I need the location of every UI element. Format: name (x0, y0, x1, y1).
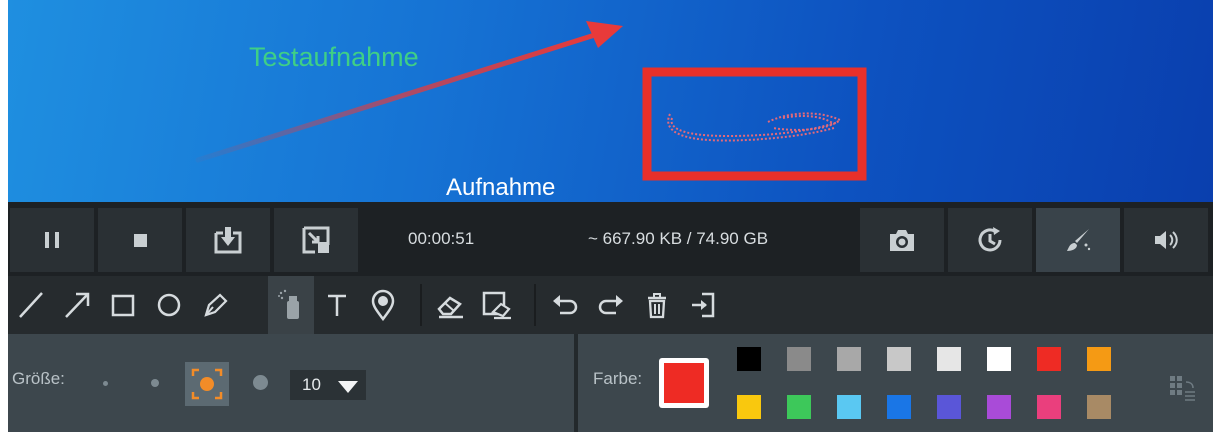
eraser-icon (437, 296, 463, 319)
color-label: Farbe: (593, 369, 643, 388)
text-tool[interactable] (314, 276, 360, 334)
pause-icon (45, 232, 59, 248)
tool-options-panel: Größe: 10 Farbe: (8, 334, 1213, 432)
numbered-marker-tool[interactable] (360, 276, 406, 334)
audio-button[interactable] (1124, 208, 1208, 272)
stop-icon (134, 234, 147, 247)
ellipse-icon (157, 293, 181, 317)
download-icon (214, 227, 242, 254)
spray-icon (278, 289, 299, 319)
toolbar-separator (420, 284, 422, 326)
area-eraser-icon (482, 291, 511, 320)
minimize-icon (302, 226, 330, 254)
text-icon (328, 294, 346, 316)
rectangle-icon (111, 294, 135, 317)
pause-button[interactable] (10, 208, 94, 272)
undo-icon (553, 295, 578, 315)
exit-icon (692, 292, 715, 318)
numbered-marker-icon (371, 289, 395, 321)
annotate-brush-button[interactable] (1036, 208, 1120, 272)
grid-list-icon (1170, 376, 1195, 401)
color-swatch[interactable] (987, 395, 1011, 419)
stop-button[interactable] (98, 208, 182, 272)
arrow-tool[interactable] (54, 276, 100, 334)
ellipse-tool[interactable] (146, 276, 192, 334)
line-tool[interactable] (8, 276, 54, 334)
size-option-selected[interactable] (185, 362, 229, 406)
current-color-fill (664, 363, 704, 403)
drawing-toolbar (8, 276, 1213, 334)
size-option-xs[interactable] (103, 381, 108, 386)
exit-annotation-button[interactable] (680, 276, 726, 334)
toolbar-separator (534, 284, 536, 326)
color-swatch[interactable] (1037, 347, 1061, 371)
spray-scribble (667, 112, 842, 142)
schedule-button[interactable] (948, 208, 1032, 272)
color-swatch[interactable] (737, 395, 761, 419)
annotation-layer (195, 21, 867, 181)
annotation-text-aufnahme: Aufnahme (446, 174, 556, 201)
area-eraser-tool[interactable] (474, 276, 520, 334)
pen-icon (204, 293, 228, 317)
chevron-down-icon (338, 381, 358, 393)
elapsed-time: 00:00:51 (408, 229, 475, 248)
delete-button[interactable] (634, 276, 680, 334)
redo-icon (598, 295, 623, 315)
color-swatch[interactable] (887, 395, 911, 419)
annotation-text-testaufnahme: Testaufnahme (249, 42, 419, 72)
color-swatch[interactable] (887, 347, 911, 371)
delete-icon (648, 293, 666, 319)
color-swatch[interactable] (937, 395, 961, 419)
color-swatch[interactable] (937, 347, 961, 371)
speaker-icon (1155, 231, 1178, 249)
annotation-rectangle (642, 67, 867, 181)
color-swatch[interactable] (737, 347, 761, 371)
capture-canvas[interactable]: Testaufnahme Aufnahme (8, 0, 1213, 202)
size-option-l[interactable] (253, 375, 268, 390)
color-swatch[interactable] (1087, 395, 1111, 419)
pen-tool[interactable] (192, 276, 238, 334)
minimize-button[interactable] (274, 208, 358, 272)
panel-divider (574, 334, 578, 432)
color-swatch[interactable] (837, 347, 861, 371)
line-icon (19, 292, 43, 318)
file-size: ~ 667.90 KB / 74.90 GB (588, 229, 769, 248)
color-swatch[interactable] (837, 395, 861, 419)
palette-layout-button[interactable] (1168, 374, 1198, 409)
eraser-tool[interactable] (428, 276, 474, 334)
size-option-s[interactable] (151, 379, 159, 387)
rectangle-tool[interactable] (100, 276, 146, 334)
color-swatch[interactable] (787, 395, 811, 419)
target-icon (191, 368, 223, 400)
spray-tool[interactable] (268, 276, 314, 334)
color-swatch[interactable] (1037, 395, 1061, 419)
color-swatch[interactable] (787, 347, 811, 371)
arrow-icon (65, 292, 90, 318)
size-dropdown[interactable]: 10 (290, 370, 366, 400)
size-value: 10 (302, 375, 321, 394)
schedule-icon (978, 227, 1002, 252)
recording-control-bar: 00:00:51 ~ 667.90 KB / 74.90 GB (8, 202, 1213, 276)
color-swatch[interactable] (1087, 347, 1111, 371)
screenshot-button[interactable] (860, 208, 944, 272)
save-download-button[interactable] (186, 208, 270, 272)
current-color-swatch[interactable] (659, 358, 709, 408)
undo-button[interactable] (542, 276, 588, 334)
size-label: Größe: (12, 369, 65, 388)
color-swatch[interactable] (987, 347, 1011, 371)
camera-icon (890, 230, 914, 251)
brush-icon (1067, 229, 1091, 251)
redo-button[interactable] (588, 276, 634, 334)
